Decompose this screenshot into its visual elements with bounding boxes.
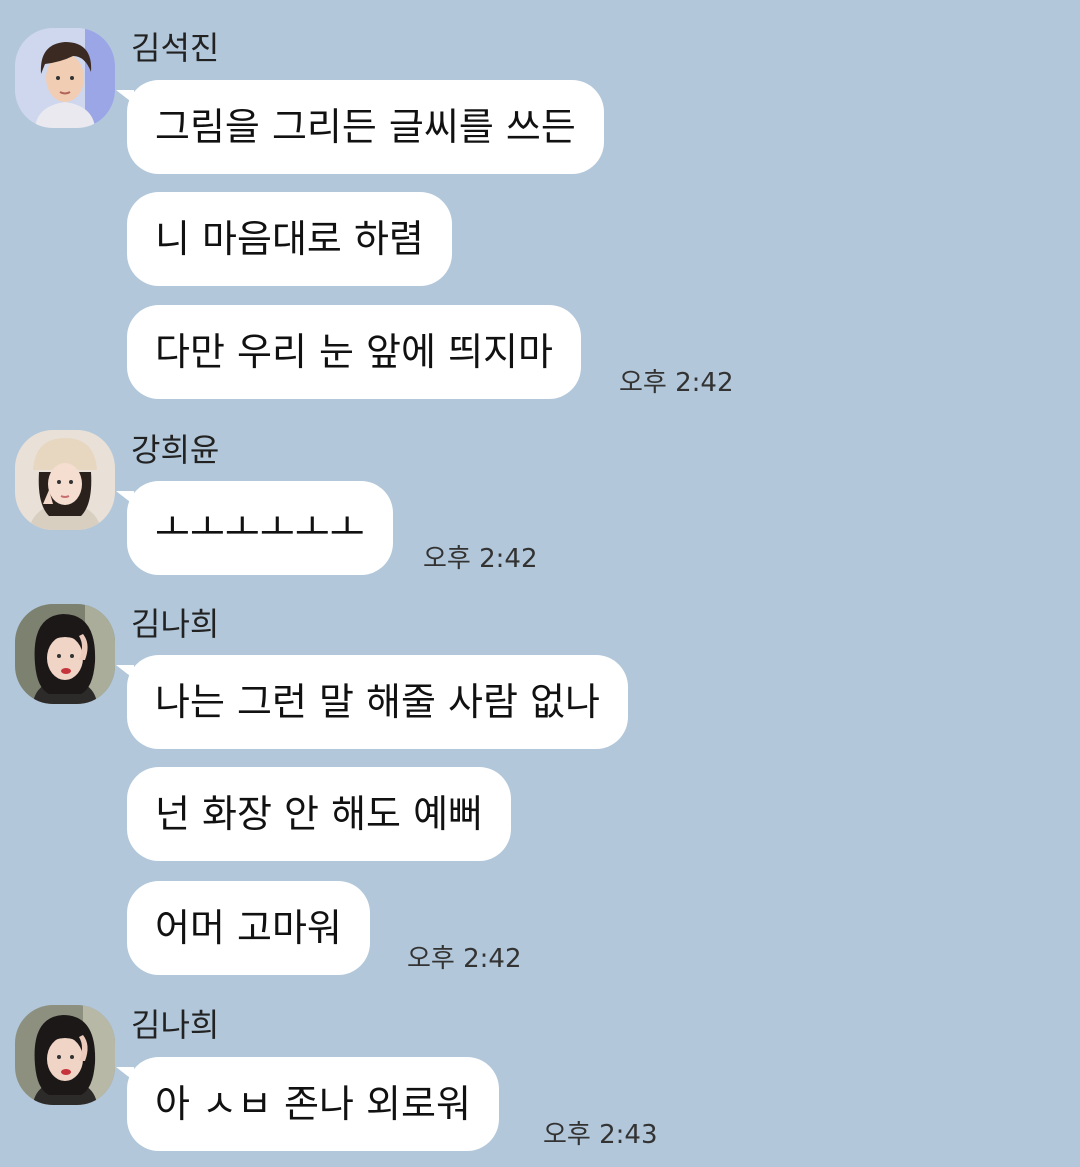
message-bubble[interactable]: 나는 그런 말 해줄 사람 없나 xyxy=(116,655,628,749)
sender-name: 김석진 xyxy=(131,29,220,67)
message-bubble[interactable]: 아 ㅅㅂ 존나 외로워 xyxy=(116,1057,499,1151)
message-time: 오후 2:43 xyxy=(543,1120,658,1150)
message-bubble[interactable]: 다만 우리 눈 앞에 띄지마 xyxy=(127,305,581,399)
profile-photo-woman-icon[interactable] xyxy=(15,604,115,704)
profile-photo-woman-hat-icon[interactable] xyxy=(15,430,115,530)
message-time: 오후 2:42 xyxy=(619,368,734,398)
sender-name: 김나희 xyxy=(131,1006,220,1044)
message-bubble[interactable]: ㅗㅗㅗㅗㅗㅗ xyxy=(116,481,393,575)
sender-name: 김나희 xyxy=(131,605,220,643)
message-time: 오후 2:42 xyxy=(423,544,538,574)
sender-name: 강희윤 xyxy=(131,431,220,469)
profile-photo-woman-icon[interactable] xyxy=(15,1005,115,1105)
message-bubble[interactable]: 어머 고마워 xyxy=(127,881,370,975)
profile-photo-man-icon[interactable] xyxy=(15,28,115,128)
message-bubble[interactable]: 니 마음대로 하렴 xyxy=(127,192,452,286)
message-bubble[interactable]: 그림을 그리든 글씨를 쓰든 xyxy=(116,80,604,174)
message-bubble[interactable]: 넌 화장 안 해도 예뻐 xyxy=(127,767,511,861)
message-time: 오후 2:42 xyxy=(407,944,522,974)
